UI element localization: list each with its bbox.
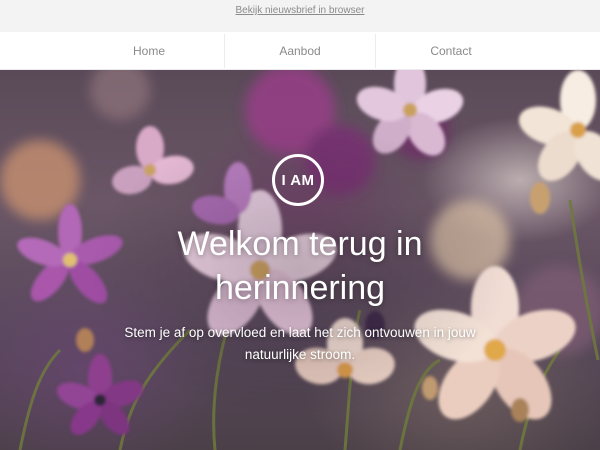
nav-item-home[interactable]: Home: [74, 32, 224, 70]
hero-banner: I AM Welkom terug in herinnering Stem je…: [0, 70, 600, 450]
view-in-browser-link[interactable]: Bekijk nieuwsbrief in browser: [236, 5, 365, 16]
brand-logo[interactable]: I AM: [272, 154, 324, 206]
hero-subtitle: Stem je af op overvloed en laat het zich…: [124, 325, 476, 362]
hero-title: Welkom terug in herinnering: [177, 225, 423, 307]
logo-text: I AM: [281, 171, 315, 189]
main-navigation: Home Aanbod Contact: [0, 32, 600, 70]
nav-item-contact[interactable]: Contact: [376, 32, 526, 70]
topbar: Bekijk nieuwsbrief in browser: [0, 0, 600, 22]
nav-item-aanbod[interactable]: Aanbod: [225, 32, 375, 70]
